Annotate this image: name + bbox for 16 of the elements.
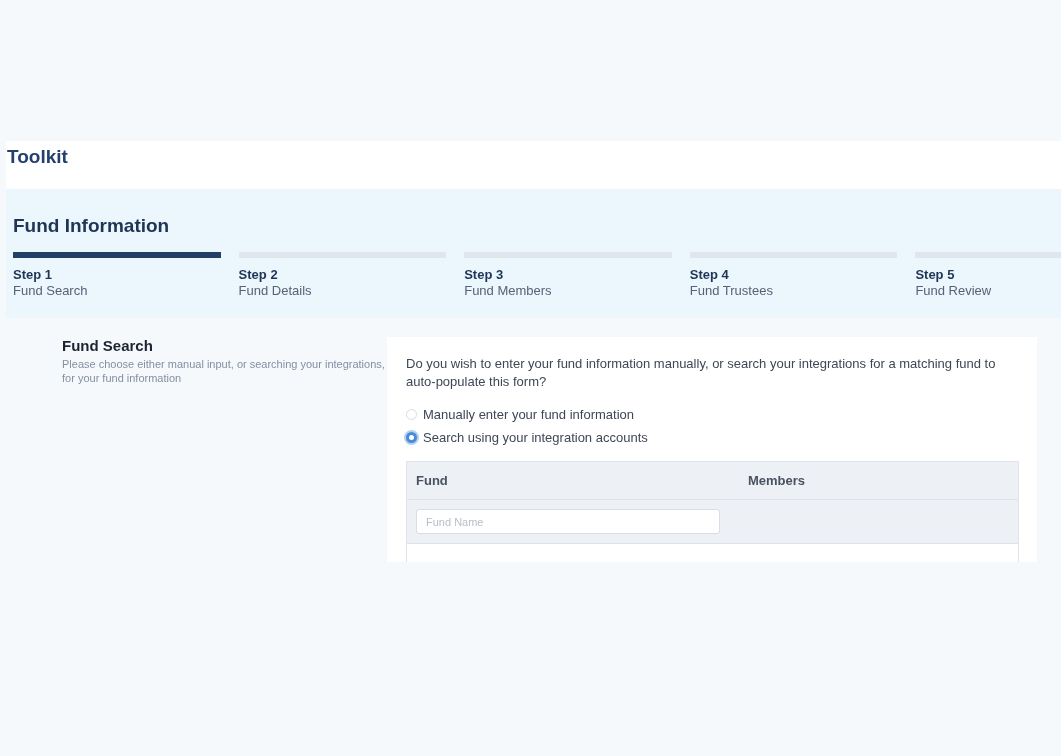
radio-button[interactable]	[406, 432, 417, 443]
question-text: Do you wish to enter your fund information manually, or search your integrations for a matching fund to auto-populate this form?	[406, 355, 997, 391]
section-description: Please choose either manual input, or searching your integrations, for your fund information	[62, 357, 386, 385]
column-header: Members	[748, 473, 806, 488]
step-tab[interactable]: Step 4 Fund Trustees	[689, 252, 898, 298]
radio-option[interactable]: Search using your integration accounts	[406, 426, 1019, 449]
step-tab[interactable]: Step 5 Fund Review	[915, 252, 1061, 298]
step-tab[interactable]: Step 3 Fund Members	[464, 252, 672, 298]
section-title: Fund Search	[62, 337, 154, 354]
step-tab[interactable]: Step 1 Fund Search	[13, 252, 221, 298]
page-title: Fund Information	[13, 215, 171, 237]
fund-name-field[interactable]: Fund Name	[416, 509, 720, 534]
column-header: Fund	[415, 473, 449, 488]
app-title: Toolkit	[7, 146, 68, 167]
radio-option[interactable]: Manually enter your fund information	[406, 403, 1019, 426]
step-tab[interactable]: Step 2 Fund Details	[238, 252, 447, 298]
